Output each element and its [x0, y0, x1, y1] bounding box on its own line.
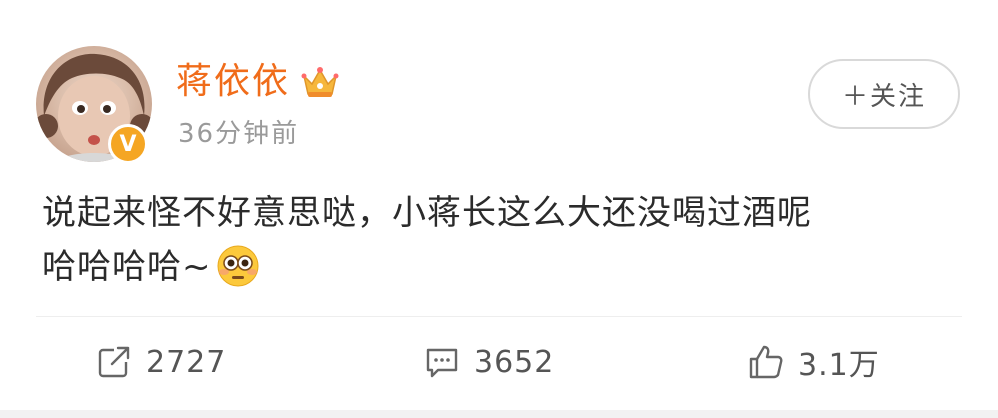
post-timestamp: 36分钟前 [178, 119, 300, 149]
bottom-separator [0, 410, 998, 418]
flushed-face-emoji-icon [217, 245, 258, 287]
follow-button[interactable]: ＋关注 [808, 59, 960, 129]
post-text: 说起来怪不好意思哒，小蒋长这么大还没喝过酒呢 哈哈哈哈~ [42, 186, 972, 294]
like-count: 3.1万 [798, 348, 880, 383]
divider [36, 316, 962, 317]
share-button[interactable]: 2727 [96, 336, 226, 388]
like-button[interactable]: 3.1万 [748, 336, 880, 388]
weibo-post-card: V 蒋依依 36分钟前 ＋关注 说起来怪不好意思哒，小蒋长这么大还没喝过酒呢 哈… [0, 0, 998, 418]
username[interactable]: 蒋依依 [176, 60, 290, 104]
verified-badge: V [108, 124, 148, 164]
verified-badge-label: V [119, 131, 137, 157]
comment-count: 3652 [474, 344, 555, 380]
share-count: 2727 [146, 344, 227, 380]
post-text-line-1: 说起来怪不好意思哒，小蒋长这么大还没喝过酒呢 [42, 193, 812, 233]
comment-icon [426, 348, 458, 378]
thumbs-up-icon [749, 345, 783, 379]
crown-icon[interactable] [300, 64, 340, 100]
share-icon [98, 346, 130, 378]
post-text-line-2-text: 哈哈哈哈~ [42, 247, 212, 287]
comment-button[interactable]: 3652 [424, 336, 554, 388]
post-text-line-2: 哈哈哈哈~ [42, 240, 972, 294]
